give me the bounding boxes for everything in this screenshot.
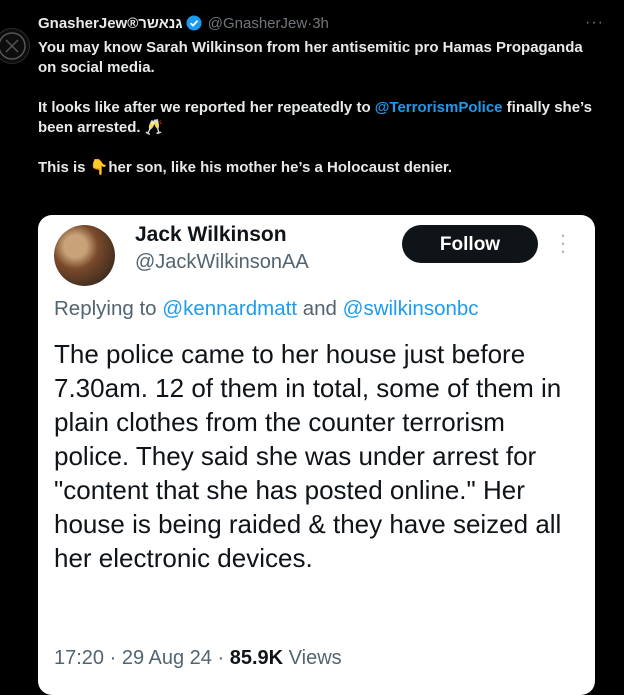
reply-mention-2[interactable]: @swilkinsonbc [343, 297, 479, 320]
embedded-author-handle[interactable]: @JackWilkinsonAA [135, 251, 309, 274]
replying-prefix: Replying to [54, 297, 163, 320]
pointing-down-emoji-icon: 👇 [89, 159, 109, 176]
tweet-line-2-pre: It looks like after we reported her repe… [38, 99, 375, 116]
embedded-date[interactable]: 29 Aug 24 [122, 647, 212, 669]
replying-and: and [297, 297, 343, 320]
replying-to: Replying to @kennardmatt and @swilkinson… [54, 297, 479, 321]
views-label: Views [283, 647, 342, 669]
embedded-author-name[interactable]: Jack Wilkinson [135, 223, 287, 247]
avatar-logo-icon [0, 32, 26, 60]
meta-sep-1: · [104, 647, 122, 669]
tweet-time[interactable]: 3h [312, 15, 329, 32]
follow-button[interactable]: Follow [402, 225, 538, 263]
champagne-emoji-icon: 🥂 [144, 119, 164, 136]
meta-sep-2: · [211, 647, 230, 669]
embedded-time[interactable]: 17:20 [54, 647, 104, 669]
reply-mention-1[interactable]: @kennardmatt [162, 297, 297, 320]
embedded-tweet-text: The police came to her house just before… [54, 339, 562, 573]
tweet-line-3-post: her son, like his mother he’s a Holocaus… [108, 159, 453, 176]
verified-badge-icon [186, 15, 202, 31]
tweet-text: You may know Sarah Wilkinson from her an… [38, 38, 604, 178]
tweet-line-1: You may know Sarah Wilkinson from her an… [38, 39, 583, 76]
more-vertical-icon[interactable]: · · · [558, 224, 568, 262]
author-name[interactable]: GnasherJew®גנאשר [38, 15, 183, 32]
views-count: 85.9K [229, 647, 284, 669]
tweet-meta: 17:20 · 29 Aug 24 · 85.9K Views [54, 647, 342, 670]
tweet: GnasherJew®גנאשר @GnasherJew·3h ··· You … [38, 14, 604, 178]
tweet-header: GnasherJew®גנאשר @GnasherJew·3h [38, 14, 604, 34]
embedded-avatar[interactable] [54, 225, 115, 286]
tweet-line-3-pre: This is [38, 159, 90, 176]
author-avatar[interactable] [0, 28, 30, 64]
author-handle[interactable]: @GnasherJew [208, 15, 307, 32]
more-options-icon[interactable]: ··· [585, 14, 604, 32]
mention-link[interactable]: @TerrorismPolice [375, 99, 503, 116]
embedded-tweet-card[interactable]: Jack Wilkinson @JackWilkinsonAA Follow ·… [38, 215, 595, 695]
